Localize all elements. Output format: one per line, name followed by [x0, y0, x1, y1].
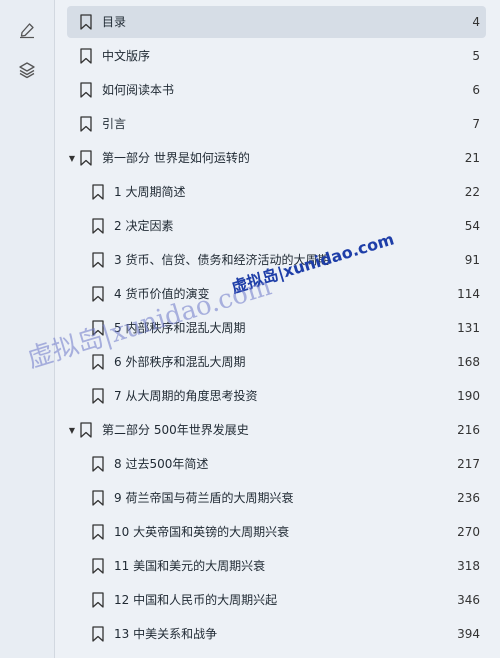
bookmark-icon[interactable] [91, 558, 105, 574]
toc-chapter-item[interactable]: 1 大周期简述 22 [67, 176, 486, 208]
toc-item-page-number: 54 [464, 219, 480, 233]
pen-icon [20, 23, 34, 39]
toc-item-page-number: 131 [457, 321, 480, 335]
toc-item-page-number: 114 [457, 287, 480, 301]
toc-chapter-item[interactable]: 8 过去500年简述 217 [67, 448, 486, 480]
toc-item-page-number: 346 [457, 593, 480, 607]
toc-item-title: 4 货币价值的演变 [114, 287, 210, 301]
toc-item-title: 8 过去500年简述 [114, 457, 209, 471]
toc-item-page-number: 394 [457, 627, 480, 641]
layers-icon [19, 62, 35, 79]
toc-item-page-number: 22 [464, 185, 480, 199]
bookmark-icon[interactable] [91, 456, 105, 472]
toc-item-title: 目录 [102, 15, 127, 29]
bookmark-icon[interactable] [91, 286, 105, 302]
bookmark-icon[interactable] [79, 116, 93, 132]
bookmark-icon[interactable] [79, 48, 93, 64]
bookmark-icon[interactable] [79, 14, 93, 30]
toc-chapter-item[interactable]: 4 货币价值的演变 114 [67, 278, 486, 310]
toc-chapter-item[interactable]: 5 内部秩序和混乱大周期 131 [67, 312, 486, 344]
toc-item-title: 7 从大周期的角度思考投资 [114, 389, 258, 403]
toc-section-item[interactable]: 目录 4 [67, 6, 486, 38]
toc-item-page-number: 5 [472, 49, 480, 63]
toc-chapter-item[interactable]: 11 美国和美元的大周期兴衰 318 [67, 550, 486, 582]
toc-item-page-number: 236 [457, 491, 480, 505]
toc-item-page-number: 190 [457, 389, 480, 403]
toc-item-page-number: 217 [457, 457, 480, 471]
bookmark-icon[interactable] [91, 490, 105, 506]
toc-item-page-number: 168 [457, 355, 480, 369]
toc-chapter-item[interactable]: 12 中国和人民币的大周期兴起 346 [67, 584, 486, 616]
toc-chapter-item[interactable]: 10 大英帝国和英镑的大周期兴衰 270 [67, 516, 486, 548]
collapse-caret-icon[interactable]: ▼ [67, 414, 77, 446]
toc-item-page-number: 216 [457, 423, 480, 437]
bookmark-icon[interactable] [91, 524, 105, 540]
toc-item-page-number: 91 [464, 253, 480, 267]
toc-item-title: 如何阅读本书 [102, 83, 175, 97]
toc-section-item[interactable]: 中文版序 5 [67, 40, 486, 72]
toc-item-title: 13 中美关系和战争 [114, 627, 218, 641]
toc-item-page-number: 6 [472, 83, 480, 97]
toc-item-title: 中文版序 [102, 49, 151, 63]
toc-item-title: 6 外部秩序和混乱大周期 [114, 355, 246, 369]
toc-chapter-item[interactable]: 7 从大周期的角度思考投资 190 [67, 380, 486, 412]
toc-chapter-item[interactable]: 6 外部秩序和混乱大周期 168 [67, 346, 486, 378]
collapse-caret-icon[interactable]: ▼ [67, 142, 77, 174]
layers-button[interactable] [14, 57, 40, 83]
toc-section-item[interactable]: ▼ 第一部分 世界是如何运转的 21 [67, 142, 486, 174]
bookmark-icon[interactable] [91, 354, 105, 370]
bookmark-icon[interactable] [79, 150, 93, 166]
toc-section-item[interactable]: ▼ 第二部分 500年世界发展史 216 [67, 414, 486, 446]
bookmark-icon[interactable] [91, 388, 105, 404]
toc-item-title: 2 决定因素 [114, 219, 174, 233]
toc-section-item[interactable]: 如何阅读本书 6 [67, 74, 486, 106]
toc-item-title: 9 荷兰帝国与荷兰盾的大周期兴衰 [114, 491, 294, 505]
bookmark-icon[interactable] [91, 626, 105, 642]
toc-item-title: 5 内部秩序和混乱大周期 [114, 321, 246, 335]
toc-item-title: 11 美国和美元的大周期兴衰 [114, 559, 266, 573]
table-of-contents: 目录 4 中文版序 5 如何阅读本书 6 引言 7 ▼ 第一部分 世界是如何运转的 21 1 大周期简… [55, 0, 500, 658]
toc-item-title: 引言 [102, 117, 127, 131]
toc-item-page-number: 318 [457, 559, 480, 573]
toc-chapter-item[interactable]: 13 中美关系和战争 394 [67, 618, 486, 650]
toc-item-title: 1 大周期简述 [114, 185, 186, 199]
toc-item-title: 第一部分 世界是如何运转的 [102, 151, 250, 165]
toc-section-item[interactable]: 引言 7 [67, 108, 486, 140]
toc-item-title: 12 中国和人民币的大周期兴起 [114, 593, 278, 607]
toc-item-page-number: 21 [464, 151, 480, 165]
bookmark-icon[interactable] [91, 252, 105, 268]
toc-item-page-number: 4 [472, 15, 480, 29]
bookmark-icon[interactable] [91, 184, 105, 200]
bookmark-icon[interactable] [91, 320, 105, 336]
toc-chapter-item[interactable]: 2 决定因素 54 [67, 210, 486, 242]
annotate-button[interactable] [14, 17, 40, 43]
toc-chapter-item[interactable]: 9 荷兰帝国与荷兰盾的大周期兴衰 236 [67, 482, 486, 514]
bookmark-icon[interactable] [79, 422, 93, 438]
toc-item-title: 3 货币、信贷、债务和经济活动的大周期 [114, 253, 330, 267]
toc-item-page-number: 7 [472, 117, 480, 131]
bookmark-icon[interactable] [91, 218, 105, 234]
bookmark-icon[interactable] [91, 592, 105, 608]
bookmark-icon[interactable] [79, 82, 93, 98]
toc-item-title: 10 大英帝国和英镑的大周期兴衰 [114, 525, 290, 539]
toc-chapter-item[interactable]: 3 货币、信贷、债务和经济活动的大周期 91 [67, 244, 486, 276]
toc-item-title: 第二部分 500年世界发展史 [102, 423, 249, 437]
left-toolbar [0, 0, 55, 658]
toc-item-page-number: 270 [457, 525, 480, 539]
